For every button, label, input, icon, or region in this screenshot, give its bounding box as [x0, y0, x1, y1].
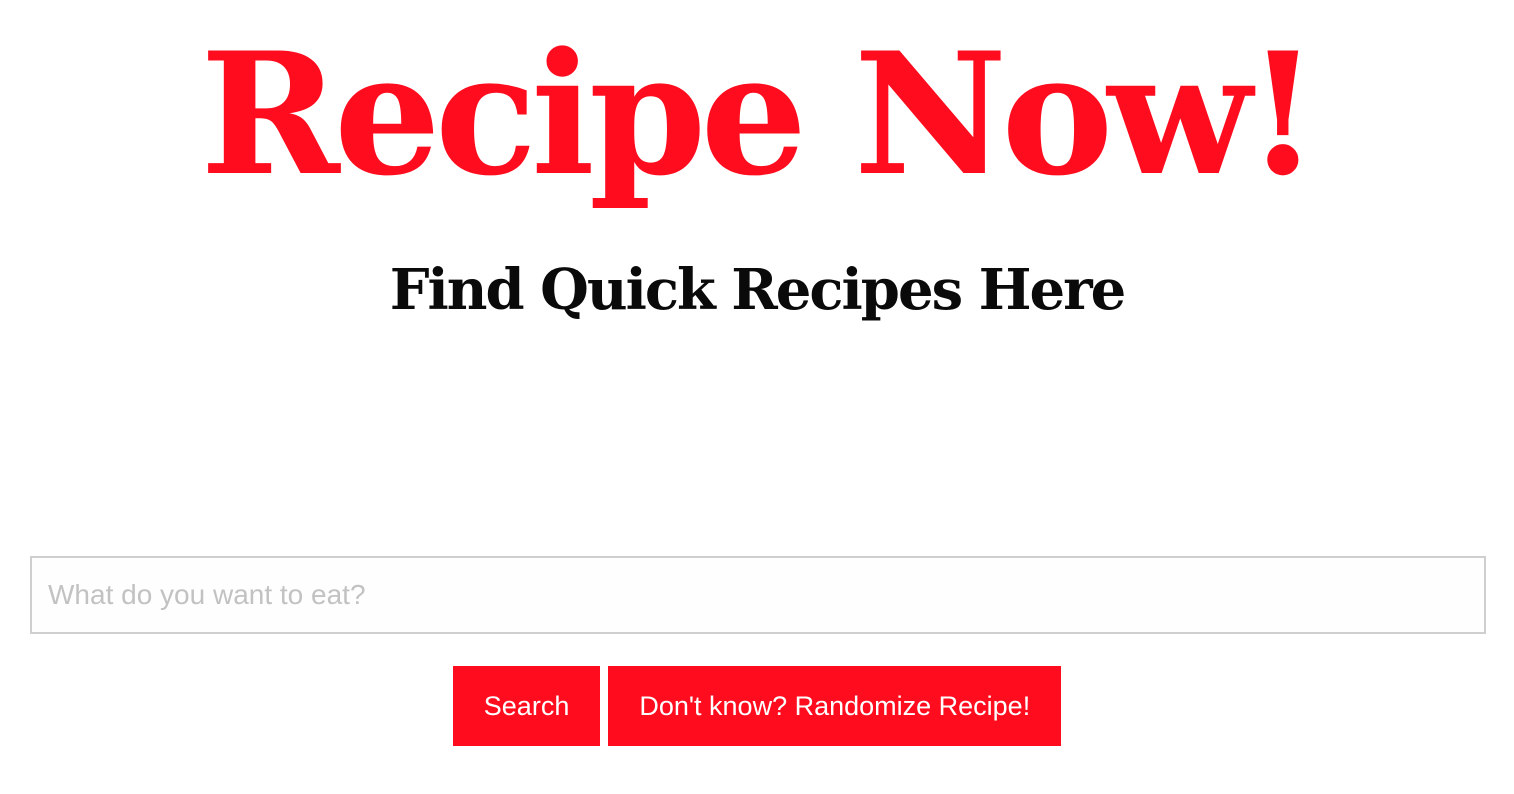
- search-button[interactable]: Search: [452, 666, 601, 746]
- search-input[interactable]: [30, 556, 1486, 634]
- page-subtitle: Find Quick Recipes Here: [389, 257, 1127, 323]
- action-buttons: Search Don't know? Randomize Recipe!: [0, 666, 1514, 746]
- site-title: Recipe Now!: [200, 15, 1319, 213]
- page: Recipe Now! Find Quick Recipes Here Sear…: [0, 0, 1514, 794]
- randomize-recipe-button[interactable]: Don't know? Randomize Recipe!: [608, 666, 1062, 746]
